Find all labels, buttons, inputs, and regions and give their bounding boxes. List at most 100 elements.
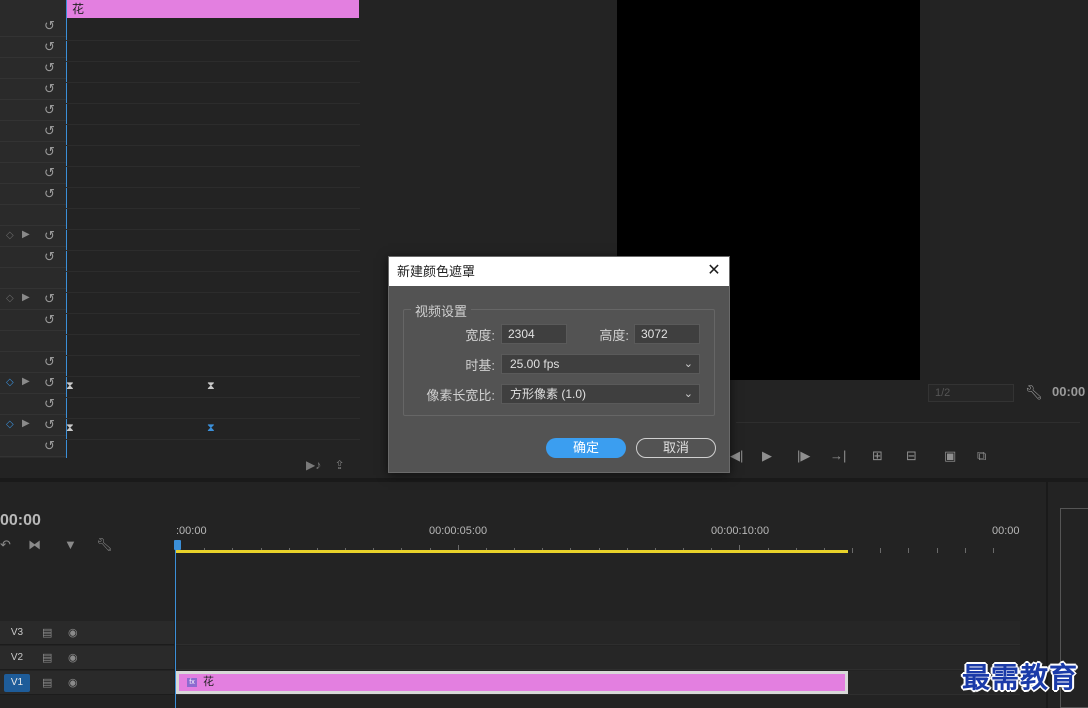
video-settings-title: 视频设置 <box>411 301 472 320</box>
timeline-timecode[interactable]: 00:00 <box>0 512 41 530</box>
reset-icon[interactable]: ↺ <box>44 313 58 327</box>
height-label: 高度: <box>599 328 629 343</box>
ok-button[interactable]: 确定 <box>546 438 626 458</box>
reset-icon[interactable]: ↺ <box>44 439 58 453</box>
effect-property-row <box>0 268 66 289</box>
camera-icon[interactable]: ▣ <box>944 448 956 464</box>
row-gridline <box>66 271 360 272</box>
keyframe-toggle-icon[interactable]: ◇ <box>6 230 14 241</box>
timebase-label: 时基: <box>465 358 495 373</box>
program-timecode[interactable]: 00:00 <box>1052 384 1085 399</box>
row-gridline <box>66 355 360 356</box>
work-area-bar[interactable] <box>176 550 848 553</box>
lift-icon[interactable]: ⊞ <box>872 448 883 464</box>
pixel-aspect-select[interactable]: 方形像素 (1.0) ⌄ <box>501 384 700 404</box>
step-forward-icon[interactable]: |▶ <box>797 448 810 464</box>
ruler-label-2: 00:00:10:00 <box>711 525 770 537</box>
expand-icon[interactable]: ▶ <box>22 418 30 429</box>
new-color-matte-dialog: 新建颜色遮罩 ✕ 视频设置 宽度: 2304 高度: 3072 时基: 25.0… <box>388 256 730 473</box>
reset-icon[interactable]: ↺ <box>44 355 58 369</box>
row-gridline <box>66 187 360 188</box>
sync-lock-icon[interactable]: ▤ <box>42 676 52 689</box>
play-icon[interactable]: ▶ <box>762 448 772 464</box>
timebase-select[interactable]: 25.00 fps ⌄ <box>501 354 700 374</box>
ruler-label-0: :00:00 <box>176 525 207 537</box>
effect-property-row: ↺ <box>0 142 66 163</box>
timeline-clip-v1[interactable]: fx 花 <box>176 671 848 694</box>
extract-icon[interactable]: ⊟ <box>906 448 917 464</box>
watermark: 最需教育 <box>962 661 1079 694</box>
keyframe-icon[interactable]: ⧗ <box>207 422 215 435</box>
track-target-toggle[interactable]: V3 <box>4 624 30 642</box>
effect-property-row: ↺ ◇ ▶ <box>0 373 66 394</box>
wrench-icon[interactable]: 🔧︎ <box>1025 384 1043 401</box>
keyframe-toggle-icon[interactable]: ◇ <box>6 377 14 388</box>
reset-icon[interactable]: ↺ <box>44 250 58 264</box>
step-back-icon[interactable]: ◀| <box>730 448 743 464</box>
reset-icon[interactable]: ↺ <box>44 145 58 159</box>
compare-view-icon[interactable]: ⧉ <box>977 448 986 464</box>
go-to-out-icon[interactable]: →| <box>830 448 846 463</box>
playhead-line[interactable] <box>175 550 176 708</box>
track-target-toggle[interactable]: V1 <box>4 674 30 692</box>
reset-icon[interactable]: ↺ <box>44 418 58 432</box>
track-target-toggle[interactable]: V2 <box>4 649 30 667</box>
reset-icon[interactable]: ↺ <box>44 166 58 180</box>
marker-icon[interactable]: ▼ <box>64 537 77 552</box>
reset-icon[interactable]: ↺ <box>44 61 58 75</box>
sync-lock-icon[interactable]: ▤ <box>42 651 52 664</box>
keyframe-toggle-icon[interactable]: ◇ <box>6 293 14 304</box>
close-icon[interactable]: ✕ <box>705 262 723 280</box>
width-input[interactable]: 2304 <box>501 324 567 344</box>
keyframe-icon[interactable]: ⧗ <box>66 380 74 393</box>
reset-icon[interactable]: ↺ <box>44 229 58 243</box>
ruler-label-1: 00:00:05:00 <box>429 525 488 537</box>
row-gridline <box>66 229 360 230</box>
reset-icon[interactable]: ↺ <box>44 19 58 33</box>
row-gridline <box>66 397 360 398</box>
track-header: V3 ▤ ◉ <box>0 621 174 645</box>
cancel-button[interactable]: 取消 <box>636 438 716 458</box>
effect-property-row: ↺ <box>0 310 66 331</box>
program-ruler[interactable] <box>736 422 1080 423</box>
keyframe-icon[interactable]: ⧗ <box>207 380 215 393</box>
row-gridline <box>66 166 360 167</box>
track-lane[interactable] <box>176 646 1020 670</box>
height-input[interactable]: 3072 <box>634 324 700 344</box>
row-gridline <box>66 439 360 440</box>
effect-controls-clip[interactable]: 花 <box>66 0 359 18</box>
reset-icon[interactable]: ↺ <box>44 103 58 117</box>
effect-property-row: ↺ ◇ ▶ <box>0 415 66 436</box>
effect-property-row: ↺ <box>0 79 66 100</box>
timeline-settings-icon[interactable]: 🔧︎ <box>96 537 113 553</box>
keyframe-icon[interactable]: ⧗ <box>66 422 74 435</box>
effect-property-row: ↺ <box>0 58 66 79</box>
reset-icon[interactable]: ↺ <box>44 82 58 96</box>
effect-property-row: ↺ <box>0 436 66 457</box>
eye-icon[interactable]: ◉ <box>68 651 78 664</box>
snap-icon[interactable]: ↶ <box>0 537 11 553</box>
timeline-track: V3 ▤ ◉ <box>0 621 1020 645</box>
eye-icon[interactable]: ◉ <box>68 626 78 639</box>
reset-icon[interactable]: ↺ <box>44 187 58 201</box>
playhead-handle[interactable] <box>174 540 181 550</box>
reset-icon[interactable]: ↺ <box>44 292 58 306</box>
reset-icon[interactable]: ↺ <box>44 40 58 54</box>
track-lane[interactable] <box>176 621 1020 645</box>
expand-icon[interactable]: ▶ <box>22 376 30 387</box>
reset-icon[interactable]: ↺ <box>44 376 58 390</box>
zoom-select[interactable]: 1/2 <box>928 384 1014 402</box>
chevron-down-icon: ⌄ <box>683 388 693 400</box>
effect-property-row: ↺ <box>0 121 66 142</box>
linked-selection-icon[interactable]: ⧓ <box>28 537 41 553</box>
filter-audio-icon[interactable]: ▶♪ <box>306 458 321 472</box>
sync-lock-icon[interactable]: ▤ <box>42 626 52 639</box>
expand-icon[interactable]: ▶ <box>22 292 30 303</box>
keyframe-toggle-icon[interactable]: ◇ <box>6 419 14 430</box>
row-gridline <box>66 313 360 314</box>
expand-icon[interactable]: ▶ <box>22 229 30 240</box>
export-icon[interactable]: ⇪ <box>335 458 345 472</box>
reset-icon[interactable]: ↺ <box>44 397 58 411</box>
reset-icon[interactable]: ↺ <box>44 124 58 138</box>
eye-icon[interactable]: ◉ <box>68 676 78 689</box>
